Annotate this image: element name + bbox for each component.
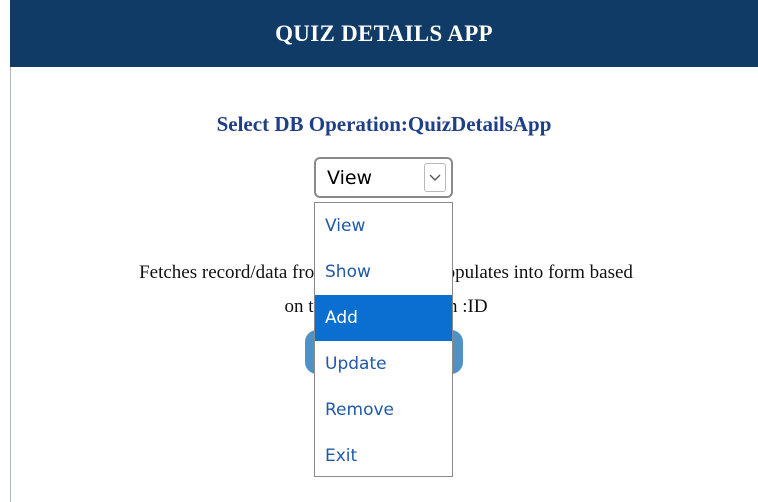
option-exit[interactable]: Exit bbox=[315, 433, 452, 479]
db-operation-dropdown-list: View Show Add Update Remove Exit bbox=[314, 202, 453, 477]
chevron-down-icon[interactable] bbox=[424, 163, 446, 192]
option-update[interactable]: Update bbox=[315, 341, 452, 387]
option-remove[interactable]: Remove bbox=[315, 387, 452, 433]
option-view[interactable]: View bbox=[315, 203, 452, 249]
select-current-value: View bbox=[327, 166, 373, 189]
db-operation-select[interactable]: View bbox=[314, 157, 453, 198]
app-title: QUIZ DETAILS APP bbox=[275, 20, 493, 46]
app-header: QUIZ DETAILS APP bbox=[10, 0, 758, 67]
db-operation-label: Select DB Operation:QuizDetailsApp bbox=[216, 112, 552, 136]
option-show[interactable]: Show bbox=[315, 249, 452, 295]
option-add[interactable]: Add bbox=[315, 295, 452, 341]
